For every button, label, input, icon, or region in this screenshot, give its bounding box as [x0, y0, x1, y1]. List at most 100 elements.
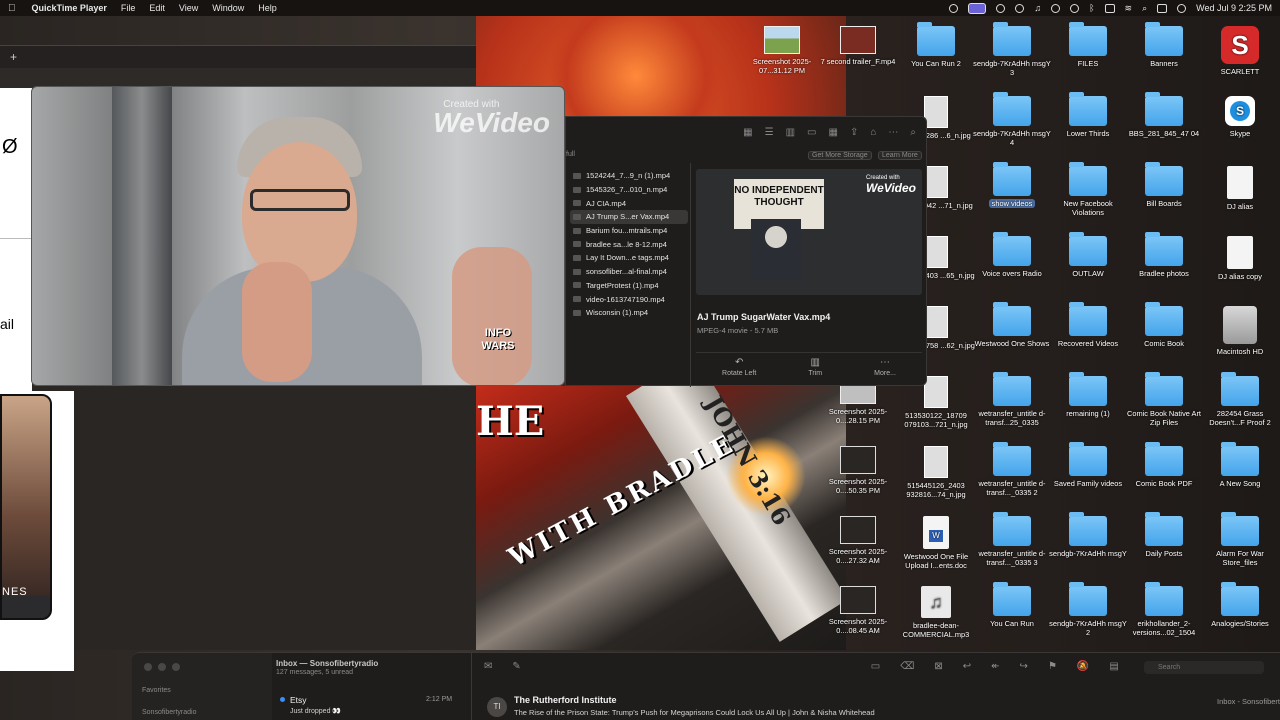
- tag-icon[interactable]: ⌂: [870, 127, 876, 138]
- archive-icon[interactable]: ▭: [871, 661, 880, 672]
- flag-icon[interactable]: ⚑: [1048, 661, 1057, 672]
- close-button[interactable]: [144, 663, 152, 671]
- bluetooth-icon[interactable]: ᛒ: [1089, 3, 1094, 13]
- desktop-icon[interactable]: Comic Book Native Art Zip Files: [1124, 372, 1204, 427]
- minimize-button[interactable]: [158, 663, 166, 671]
- finder-file-row[interactable]: TargetProtest (1).mp4: [570, 279, 688, 293]
- finder-file-row[interactable]: AJ CIA.mp4: [570, 196, 688, 210]
- desktop-icon[interactable]: sendgb-7KrAdHh msgY 4: [972, 92, 1052, 147]
- finder-file-row[interactable]: Lay It Down...e tags.mp4: [570, 251, 688, 265]
- icon-view-icon[interactable]: ▦: [743, 127, 752, 138]
- desktop-icon[interactable]: 282454 Grass Doesn't...F Proof 2: [1200, 372, 1280, 427]
- siri-icon[interactable]: [1177, 3, 1187, 13]
- mail-account[interactable]: Sonsofibertyradio: [142, 709, 196, 716]
- menu-edit[interactable]: Edit: [149, 3, 165, 13]
- desktop-icon[interactable]: wetransfer_untitle d-transf..._0335 2: [972, 442, 1052, 497]
- desktop-icon[interactable]: Comic Book PDF: [1124, 442, 1204, 488]
- desktop-icon[interactable]: BBS_281_845_47 04: [1124, 92, 1204, 138]
- desktop-icon[interactable]: Bill Boards: [1124, 162, 1204, 208]
- desktop-icon[interactable]: A New Song: [1200, 442, 1280, 488]
- desktop-icon[interactable]: Lower Thirds: [1048, 92, 1128, 138]
- desktop-icon[interactable]: Westwood One Shows: [972, 302, 1052, 348]
- desktop-icon[interactable]: remaining (1): [1048, 372, 1128, 418]
- desktop-icon[interactable]: erikhollander_2- versions...02_1504: [1124, 582, 1204, 637]
- search-icon[interactable]: ⌕: [910, 127, 916, 138]
- rotate-left-button[interactable]: ↶ Rotate Left: [722, 357, 756, 382]
- audio-icon[interactable]: ♫: [1034, 3, 1041, 13]
- desktop-icon[interactable]: New Facebook Violations: [1048, 162, 1128, 217]
- trash-icon[interactable]: ⌫: [900, 661, 914, 672]
- desktop-icon[interactable]: You Can Run: [972, 582, 1052, 628]
- clock-icon[interactable]: [1070, 3, 1080, 13]
- screen-record-icon[interactable]: [968, 2, 987, 14]
- desktop-icon[interactable]: sendgb-7KrAdHh msgY 2: [1048, 582, 1128, 637]
- desktop-icon[interactable]: Voice overs Radio: [972, 232, 1052, 278]
- desktop-icon[interactable]: Recovered Videos: [1048, 302, 1128, 348]
- desktop-icon[interactable]: Skype: [1200, 96, 1280, 138]
- sync-icon[interactable]: [1015, 3, 1025, 13]
- more-actions-icon[interactable]: ⋯: [888, 127, 898, 138]
- desktop-icon[interactable]: Saved Family videos: [1048, 442, 1128, 488]
- get-more-storage-button[interactable]: Get More Storage: [808, 151, 872, 160]
- desktop-icon[interactable]: 515445126_2403 932816...74_n.jpg: [896, 446, 976, 499]
- finder-file-row[interactable]: 1545326_7...010_n.mp4: [570, 183, 688, 197]
- reply-icon[interactable]: ↩: [963, 661, 971, 672]
- desktop-icon[interactable]: Comic Book: [1124, 302, 1204, 348]
- desktop-icon[interactable]: DJ alias copy: [1200, 236, 1280, 281]
- menu-help[interactable]: Help: [258, 3, 277, 13]
- menu-file[interactable]: File: [121, 3, 136, 13]
- accessibility-icon[interactable]: [996, 3, 1006, 13]
- menu-window[interactable]: Window: [212, 3, 244, 13]
- finder-file-row[interactable]: bradlee sa...le 8-12.mp4: [570, 237, 688, 251]
- desktop-icon[interactable]: wetransfer_untitle d-transf...25_0335: [972, 372, 1052, 427]
- status-icon[interactable]: [949, 3, 959, 13]
- finder-file-row[interactable]: AJ Trump S...er Vax.mp4: [570, 210, 688, 224]
- browser-address-bar[interactable]: [0, 68, 476, 88]
- desktop-icon[interactable]: wetransfer_untitle d-transf..._0335 3: [972, 512, 1052, 567]
- desktop-icon[interactable]: Screenshot 2025-0....27.32 AM: [818, 516, 898, 565]
- battery-icon[interactable]: [1104, 3, 1115, 13]
- share-icon[interactable]: ⇪: [850, 127, 858, 138]
- finder-file-row[interactable]: Wisconsin (1).mp4: [570, 306, 688, 320]
- list-view-icon[interactable]: ☰: [765, 127, 774, 138]
- desktop-icon[interactable]: Westwood One File Upload I...ents.doc: [896, 516, 976, 570]
- desktop-icon[interactable]: 7 second trailer_F.mp4: [818, 26, 898, 66]
- mail-search-input[interactable]: Search: [1144, 661, 1264, 674]
- play-icon[interactable]: [1051, 3, 1061, 13]
- desktop-icon[interactable]: FILES: [1048, 22, 1128, 68]
- finder-file-row[interactable]: Barium fou...mtrails.mp4: [570, 224, 688, 238]
- gallery-view-icon[interactable]: ▭: [807, 127, 816, 138]
- quicktime-video-window[interactable]: Created with WeVideo INFO WARS: [31, 86, 565, 386]
- finder-file-row[interactable]: 1524244_7...9_n (1).mp4: [570, 169, 688, 183]
- desktop-icon[interactable]: OUTLAW: [1048, 232, 1128, 278]
- desktop-icon[interactable]: ♫ bradlee-dean- COMMERCIAL.mp3: [896, 586, 976, 639]
- desktop-icon[interactable]: Alarm For War Store_files: [1200, 512, 1280, 567]
- forward-icon[interactable]: ↪: [1020, 661, 1028, 672]
- desktop-icon[interactable]: Macintosh HD: [1200, 306, 1280, 356]
- desktop-icon[interactable]: Analogies/Stories: [1200, 582, 1280, 628]
- desktop-icon[interactable]: Bradlee photos: [1124, 232, 1204, 278]
- new-tab-button[interactable]: +: [10, 50, 17, 64]
- control-center-icon[interactable]: [1157, 3, 1168, 13]
- message-sender[interactable]: Etsy: [280, 695, 307, 705]
- trim-button[interactable]: ▥ Trim: [808, 357, 822, 382]
- menu-clock[interactable]: Wed Jul 9 2:25 PM: [1196, 3, 1272, 13]
- desktop-icon[interactable]: Screenshot 2025-0....50.35 PM: [818, 446, 898, 495]
- compose-icon[interactable]: ✉: [484, 661, 492, 672]
- desktop-icon[interactable]: sendgb-7KrAdHh msgY: [1048, 512, 1128, 558]
- mute-icon[interactable]: 🔕: [1077, 661, 1089, 672]
- desktop-icon[interactable]: Daily Posts: [1124, 512, 1204, 558]
- desktop-icon[interactable]: sendgb-7KrAdHh msgY 3: [972, 22, 1052, 77]
- wifi-icon[interactable]: ≋: [1125, 3, 1133, 14]
- group-icon[interactable]: ▦: [829, 127, 838, 138]
- column-view-icon[interactable]: ▥: [786, 127, 795, 138]
- column-divider[interactable]: [690, 163, 691, 387]
- new-message-icon[interactable]: ✎: [512, 661, 520, 672]
- desktop-icon[interactable]: S SCARLETT: [1200, 26, 1280, 76]
- learn-more-button[interactable]: Learn More: [878, 151, 922, 160]
- zoom-button[interactable]: [172, 663, 180, 671]
- desktop-icon[interactable]: DJ alias: [1200, 166, 1280, 211]
- desktop-icon[interactable]: Screenshot 2025-07...31.12 PM: [742, 26, 822, 75]
- menu-app-name[interactable]: QuickTime Player: [32, 3, 107, 13]
- apple-menu-icon[interactable]: : [8, 3, 16, 14]
